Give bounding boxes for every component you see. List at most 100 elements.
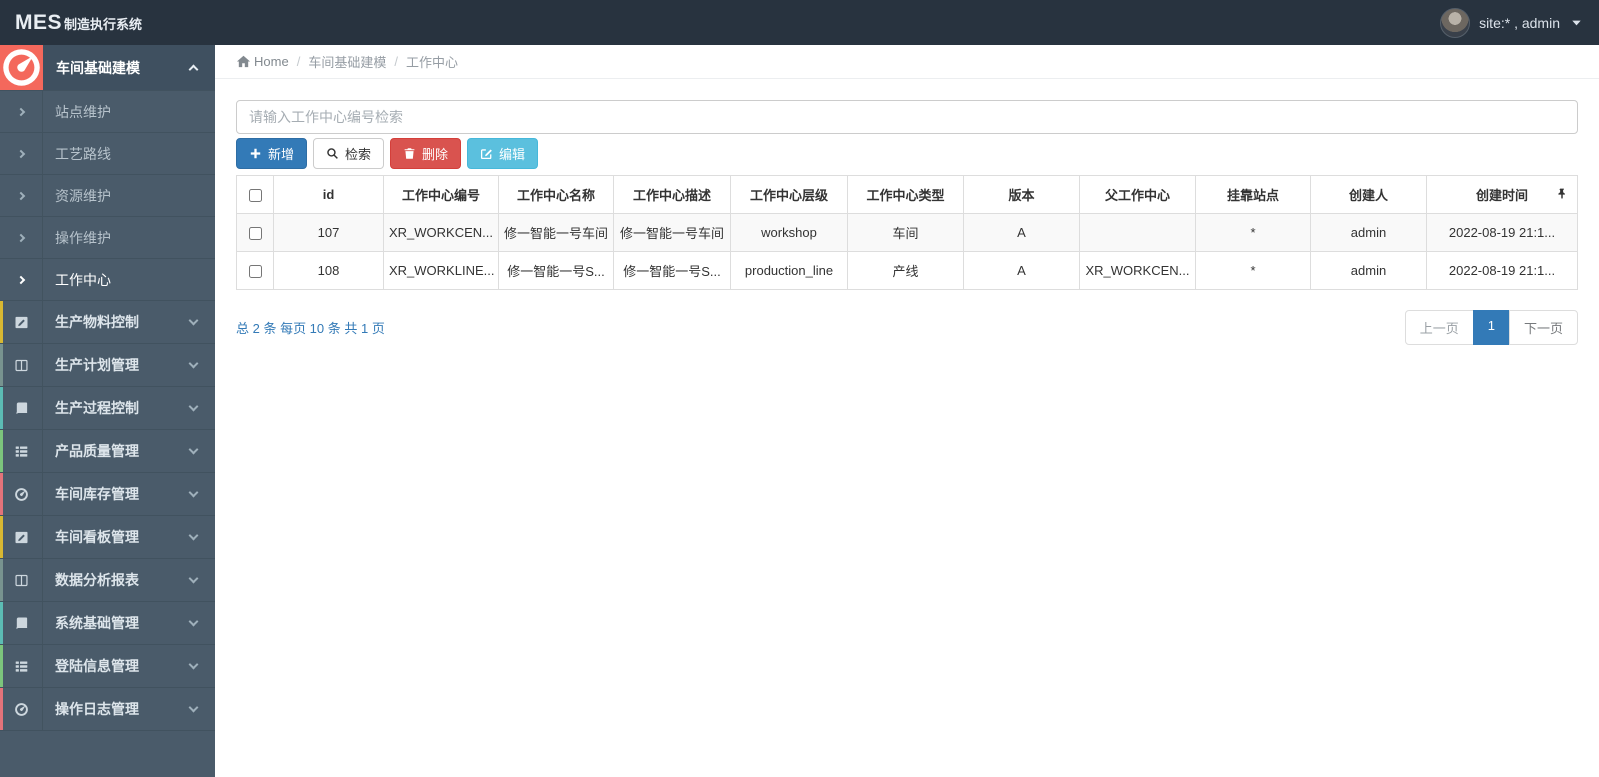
row-checkbox[interactable] [248,227,262,241]
magnifier-icon [326,147,339,160]
row-checkbox[interactable] [248,265,262,279]
sidebar-group-item[interactable]: 生产计划管理 [0,343,215,386]
table-cell: * [1195,251,1311,290]
sidebar-sub-item[interactable]: 资源维护 [0,174,215,216]
edit-button-label: 编辑 [499,147,526,162]
pagination: 上一页 1 下一页 [1404,310,1578,345]
chevron-down-icon [188,358,199,368]
pagination-bar: 总 2 条 每页 10 条 共 1 页 上一页 1 下一页 [236,310,1578,345]
sidebar-filler [0,730,215,777]
edit-square-icon [14,530,29,545]
breadcrumb-item-current: 工作中心 [405,55,458,70]
gauge-icon [14,702,29,717]
row-select-cell [236,251,274,290]
chevron-down-icon [188,444,199,454]
column-header[interactable]: id [273,175,384,214]
sidebar-group-item[interactable]: 车间看板管理 [0,515,215,558]
chevron-down-icon [188,487,199,497]
th-list-icon [14,659,29,674]
sidebar-sub-item[interactable]: 工艺路线 [0,132,215,174]
main-area: Home / 车间基础建模 / 工作中心 新增 检索 删除 [215,45,1599,777]
brand-primary: MES [15,10,63,34]
sidebar-group-label: 车间基础建模 [56,59,140,76]
sidebar-sub-item[interactable]: 站点维护 [0,90,215,132]
chevron-right-icon [0,259,43,300]
column-header[interactable]: 工作中心名称 [498,175,614,214]
edit-pencil-icon [480,147,493,160]
table-cell: 产线 [847,251,964,290]
table-cell: 修一智能一号车间 [498,213,614,252]
plus-icon [249,147,262,160]
avatar [1440,7,1471,38]
chevron-down-icon [188,616,199,626]
sidebar-sub-item[interactable]: 操作维护 [0,216,215,258]
add-button[interactable]: 新增 [236,138,308,169]
breadcrumb-home-label: Home [254,54,289,69]
column-header[interactable]: 创建人 [1310,175,1427,214]
table-row[interactable]: 108 XR_WORKLINE... 修一智能一号S... 修一智能一号S... pro… [236,251,1578,290]
select-all-cell [236,175,274,214]
user-label: site:* , admin [1479,14,1560,31]
sidebar-group-item-label: 产品质量管理 [55,443,139,459]
search-button[interactable]: 检索 [313,138,385,169]
work-center-table: id 工作中心编号 工作中心名称 工作中心描述 工作中心层级 工作中心类型 版本 父工作中心挂… [236,175,1578,290]
user-menu[interactable]: site:* , admin [1440,7,1584,38]
column-header[interactable]: 父工作中心 [1079,175,1196,214]
table-cell: 修一智能一号S... [498,251,614,290]
chevron-right-icon [0,217,43,258]
sidebar-group-item-label: 车间看板管理 [55,529,139,545]
column-header[interactable]: 版本 [963,175,1080,214]
chevron-down-icon [188,702,199,712]
column-header[interactable]: 工作中心类型 [847,175,964,214]
sidebar-group-item-label: 数据分析报表 [55,572,139,588]
select-all-checkbox[interactable] [248,189,262,203]
breadcrumb-home[interactable]: Home [236,54,289,69]
search-input[interactable] [236,100,1578,134]
column-header[interactable]: 挂靠站点 [1195,175,1311,214]
table-cell: 车间 [847,213,964,252]
sidebar-group-item-label: 生产过程控制 [55,400,139,416]
next-page-button[interactable]: 下一页 [1508,310,1578,345]
column-header[interactable]: 创建时间 [1426,175,1578,214]
sidebar-group-item[interactable]: 系统基础管理 [0,601,215,644]
sidebar-sub-item[interactable]: 工作中心 [0,258,215,300]
sidebar-group-item-label: 生产物料控制 [55,314,139,330]
columns-icon [14,358,29,373]
column-header[interactable]: 工作中心描述 [613,175,731,214]
sidebar-group-item[interactable]: 生产物料控制 [0,300,215,343]
breadcrumb-item: 车间基础建模 [308,55,387,70]
delete-button[interactable]: 删除 [390,138,462,169]
chevron-down-icon [188,573,199,583]
book-icon [14,616,29,631]
sidebar-group-item[interactable]: 生产过程控制 [0,386,215,429]
top-navbar: MES 制造执行系统 site:* , admin [0,0,1599,45]
chevron-right-icon [0,91,43,132]
prev-page-button[interactable]: 上一页 [1404,310,1474,345]
table-cell: XR_WORKCEN... [1079,251,1196,290]
table-cell: A [963,251,1080,290]
sidebar-group-item[interactable]: 产品质量管理 [0,429,215,472]
table-cell: 修一智能一号S... [613,251,731,290]
chevron-right-icon [0,175,43,216]
chevron-up-icon [188,64,199,75]
app-logo[interactable]: MES 制造执行系统 [15,11,142,35]
sidebar-group-item[interactable]: 车间库存管理 [0,472,215,515]
toolbar: 新增 检索 删除 编辑 [236,138,1578,169]
table-cell: 107 [273,213,384,252]
sidebar-group-item[interactable]: 登陆信息管理 [0,644,215,687]
page-1-button[interactable]: 1 [1472,310,1510,345]
table-row[interactable]: 107 XR_WORKCEN... 修一智能一号车间 修一智能一号车间 workshop… [236,213,1578,252]
chevron-down-icon [188,401,199,411]
columns-icon [14,573,29,588]
sidebar-group-item[interactable]: 操作日志管理 [0,687,215,730]
column-header[interactable]: 工作中心编号 [383,175,499,214]
book-icon [14,401,29,416]
sidebar-group-active[interactable]: 车间基础建模 [0,45,215,90]
edit-button[interactable]: 编辑 [467,138,539,169]
table-cell: * [1195,213,1311,252]
sidebar-group-item[interactable]: 数据分析报表 [0,558,215,601]
table-cell [1079,213,1196,252]
table-header-row: id 工作中心编号 工作中心名称 工作中心描述 工作中心层级 工作中心类型 版本 父工作中心挂… [236,175,1578,214]
sidebar-sub-item-label: 工作中心 [55,271,111,288]
column-header[interactable]: 工作中心层级 [730,175,848,214]
